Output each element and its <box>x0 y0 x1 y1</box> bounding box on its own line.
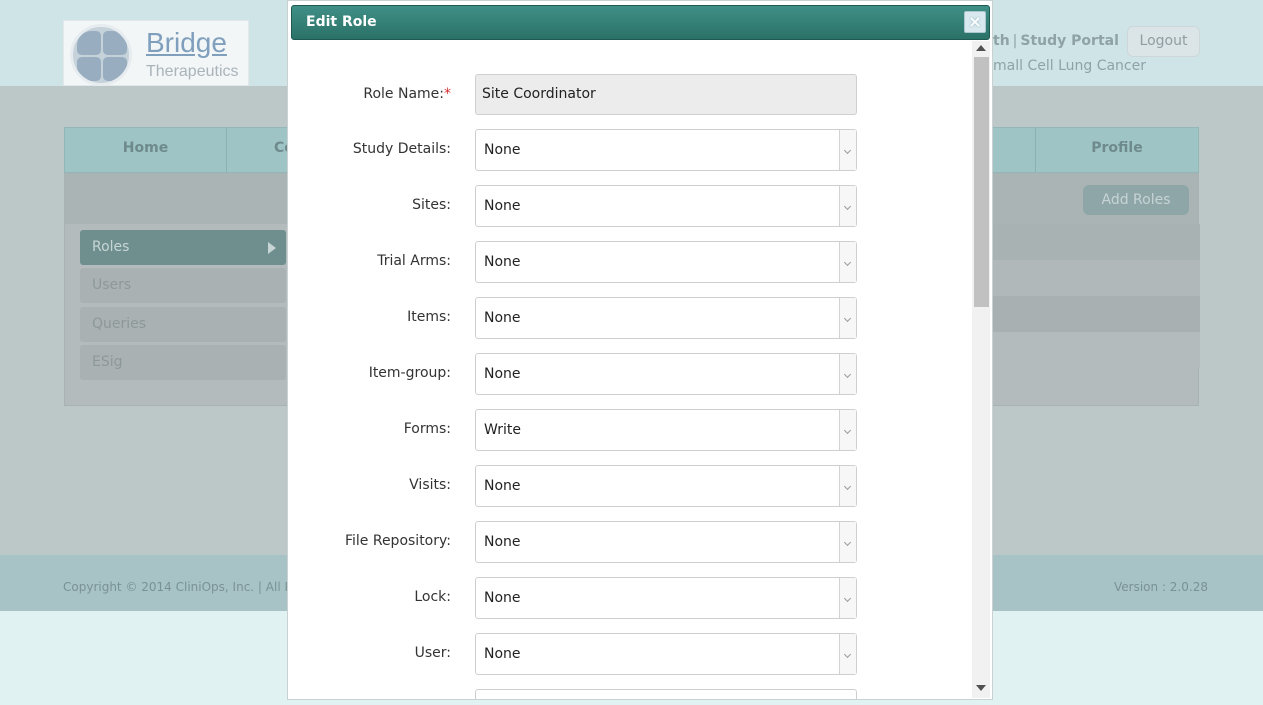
chevron-down-icon <box>839 298 856 338</box>
top-link-study-portal[interactable]: Study Portal <box>1020 33 1119 49</box>
user-select[interactable]: None <box>475 633 857 675</box>
trial-arms-select[interactable]: None <box>475 241 857 283</box>
select-value: None <box>484 254 521 270</box>
select-value: None <box>484 590 521 606</box>
form-row-lock: Lock: None <box>288 577 978 619</box>
item-group-select[interactable]: None <box>475 353 857 395</box>
chevron-down-icon <box>839 242 856 282</box>
form-row-file-repository: File Repository: None <box>288 521 978 563</box>
visits-select[interactable]: None <box>475 465 857 507</box>
table-row <box>993 332 1200 368</box>
nav-home[interactable]: Home <box>65 128 227 172</box>
form-row-item-group: Item-group: None <box>288 353 978 395</box>
chevron-down-icon <box>839 578 856 618</box>
sidebar-item-roles[interactable]: Roles <box>80 230 286 265</box>
scroll-up-arrow-icon[interactable] <box>976 45 986 51</box>
table-row <box>993 296 1200 332</box>
next-select[interactable] <box>475 689 857 699</box>
field-label: Item-group: <box>368 365 451 381</box>
logo-title: Bridge <box>146 27 227 58</box>
add-roles-button[interactable]: Add Roles <box>1083 185 1189 215</box>
select-value: None <box>484 198 521 214</box>
form-row-next <box>288 689 978 699</box>
form-row-user: User: None <box>288 633 978 675</box>
sidebar-item-label: Queries <box>92 316 147 332</box>
field-label: Trial Arms: <box>377 253 451 269</box>
version-text: Version : 2.0.28 <box>1114 580 1208 594</box>
top-link-health[interactable]: th <box>993 33 1010 49</box>
select-value: None <box>484 310 521 326</box>
sites-select[interactable]: None <box>475 185 857 227</box>
select-value: None <box>484 534 521 550</box>
field-label: File Repository: <box>344 533 451 549</box>
sidebar-item-users[interactable]: Users <box>80 268 286 303</box>
dialog-scrollbar[interactable] <box>972 41 990 698</box>
table-row <box>993 260 1200 296</box>
select-value: None <box>484 366 521 382</box>
close-button[interactable]: × <box>964 11 986 33</box>
chevron-down-icon <box>839 354 856 394</box>
form-row-trial-arms: Trial Arms: None <box>288 241 978 283</box>
chevron-down-icon <box>839 410 856 450</box>
logout-button[interactable]: Logout <box>1127 26 1200 57</box>
field-label: Items: <box>407 309 451 325</box>
role-name-label: Role Name:* <box>363 86 451 102</box>
field-label: Study Details: <box>352 141 451 157</box>
form-row-sites: Sites: None <box>288 185 978 227</box>
sidebar-item-label: Roles <box>92 239 130 255</box>
form-row-visits: Visits: None <box>288 465 978 507</box>
sidebar-item-queries[interactable]: Queries <box>80 307 286 342</box>
forms-select[interactable]: Write <box>475 409 857 451</box>
study-details-select[interactable]: None <box>475 129 857 171</box>
nav-profile[interactable]: Profile <box>1036 128 1198 172</box>
form-row-role-name: Role Name:* Site Coordinator <box>288 74 978 116</box>
role-name-input[interactable]: Site Coordinator <box>475 74 857 115</box>
select-value: None <box>484 478 521 494</box>
field-label: User: <box>414 645 451 661</box>
chevron-right-icon <box>268 242 276 254</box>
file-repository-select[interactable]: None <box>475 521 857 563</box>
sidebar-item-label: ESig <box>92 354 123 370</box>
chevron-down-icon <box>839 634 856 674</box>
table-row <box>993 224 1200 260</box>
select-value: None <box>484 142 521 158</box>
items-select[interactable]: None <box>475 297 857 339</box>
chevron-down-icon <box>839 522 856 562</box>
separator: | <box>1012 33 1018 49</box>
scroll-down-arrow-icon[interactable] <box>976 685 986 691</box>
chevron-down-icon <box>839 130 856 170</box>
logo-subtitle: Therapeutics <box>146 63 239 80</box>
field-label: Sites: <box>412 197 451 213</box>
sidebar-item-esig[interactable]: ESig <box>80 345 286 380</box>
dialog-body: Role Name:* Site Coordinator Study Detai… <box>288 41 992 699</box>
chevron-down-icon <box>839 186 856 226</box>
select-value: Write <box>484 422 521 438</box>
field-label: Visits: <box>409 477 451 493</box>
scroll-thumb[interactable] <box>974 57 989 307</box>
logo-mark-icon <box>70 24 132 86</box>
study-name: mall Cell Lung Cancer <box>993 58 1146 74</box>
edit-role-dialog: Edit Role × Role Name:* Site Coordinator… <box>287 0 993 700</box>
top-links: th | Study Portal <box>993 33 1119 49</box>
form-row-study-details: Study Details: None <box>288 129 978 171</box>
copyright-text: Copyright © 2014 CliniOps, Inc. | All Ri… <box>63 580 312 594</box>
logo[interactable]: Bridge Therapeutics <box>63 20 249 86</box>
lock-select[interactable]: None <box>475 577 857 619</box>
field-label: Forms: <box>403 421 451 437</box>
close-icon: × <box>968 12 982 31</box>
form-row-forms: Forms: Write <box>288 409 978 451</box>
form-row-items: Items: None <box>288 297 978 339</box>
dialog-title: Edit Role <box>306 14 377 30</box>
dialog-title-bar[interactable]: Edit Role <box>291 5 990 40</box>
sidebar-item-label: Users <box>92 277 132 293</box>
chevron-down-icon <box>839 466 856 506</box>
field-label: Lock: <box>414 589 451 605</box>
select-value: None <box>484 646 521 662</box>
required-marker: * <box>444 86 451 102</box>
